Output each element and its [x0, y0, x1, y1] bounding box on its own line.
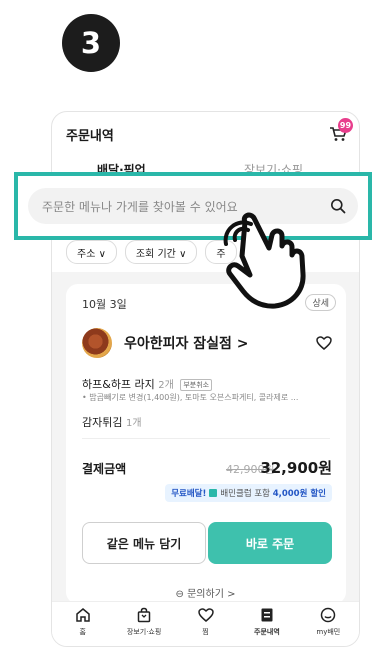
bottom-navigation: 홈 장보기·쇼핑 찜 주문내역 my배민 [52, 601, 359, 646]
heart-icon [197, 608, 214, 622]
home-icon [75, 608, 90, 622]
menu-item-name: 감자튀김 [82, 416, 123, 429]
smile-icon [321, 607, 336, 623]
receipt-icon [261, 608, 273, 622]
nav-label: 찜 [202, 628, 209, 636]
nav-favorites[interactable]: 찜 [175, 602, 236, 646]
filter-period[interactable]: 조회 기간 ∨ [124, 240, 198, 264]
menu-item-qty: 1개 [125, 418, 142, 429]
store-name[interactable]: 우아한피자 잠실점 > [124, 333, 316, 353]
pointing-hand-icon [223, 212, 306, 309]
menu-item-1: 하프&하프 라지 2개 부분취소 [82, 376, 213, 392]
filter-address[interactable]: 주소 ∨ [66, 240, 117, 264]
divider [82, 438, 330, 439]
step-number-badge: 3 [62, 14, 120, 72]
search-placeholder: 주문한 메뉴나 가게를 찾아볼 수 있어요 [42, 200, 238, 214]
reorder-same-menu-button[interactable]: 같은 메뉴 담기 [82, 522, 206, 564]
promo-banner: 무료배달! 배민클럽 포함 4,000원 할인 [165, 484, 332, 502]
promo-discount: 4,000원 할인 [272, 489, 326, 499]
menu-item-options: • 밥곱빼기로 변경(1,400원), 토마토 오븐스파게티, 콜라제로 ... [82, 393, 299, 402]
baemin-club-icon [209, 489, 218, 497]
final-price: 32,900원 [260, 459, 332, 477]
menu-item-2: 감자튀김 1개 [82, 414, 142, 430]
nav-orders[interactable]: 주문내역 [236, 602, 297, 646]
nav-label: 주문내역 [254, 628, 280, 636]
promo-free-delivery: 무료배달! [171, 489, 207, 499]
nav-my-baemin[interactable]: my배민 [298, 602, 359, 646]
menu-item-name: 하프&하프 라지 [82, 378, 155, 391]
chat-bubble-icon: ⊖ [175, 589, 184, 600]
nav-shopping[interactable]: 장보기·쇼핑 [113, 602, 174, 646]
order-now-button[interactable]: 바로 주문 [208, 522, 332, 564]
partial-cancel-tag: 부분취소 [180, 379, 213, 391]
cart-count-badge: 99 [338, 118, 353, 133]
order-date: 10월 3일 [82, 298, 127, 311]
menu-item-qty: 2개 [158, 380, 174, 391]
filter-bar: 주소 ∨ 조회 기간 ∨ 주 [66, 240, 237, 264]
store-thumbnail [82, 328, 112, 358]
app-header: 주문내역 99 [52, 112, 359, 146]
inquiry-link[interactable]: ⊖ 문의하기 > [52, 585, 359, 600]
nav-label: 홈 [79, 628, 86, 636]
payment-label: 결제금액 [82, 462, 127, 476]
promo-club-text: 배민클럽 포함 [220, 489, 270, 499]
shopping-bag-icon [137, 607, 151, 623]
nav-label: 장보기·쇼핑 [126, 628, 162, 636]
search-icon[interactable] [330, 198, 346, 214]
nav-label: my배민 [316, 628, 341, 636]
page-title: 주문내역 [66, 129, 114, 144]
store-row[interactable]: 우아한피자 잠실점 > [82, 328, 332, 358]
nav-home[interactable]: 홈 [52, 602, 113, 646]
heart-icon[interactable] [316, 336, 332, 350]
order-card: 10월 3일 상세 우아한피자 잠실점 > 하프&하프 라지 2개 부분취소 •… [66, 284, 346, 604]
inquiry-label: 문의하기 > [187, 589, 236, 600]
